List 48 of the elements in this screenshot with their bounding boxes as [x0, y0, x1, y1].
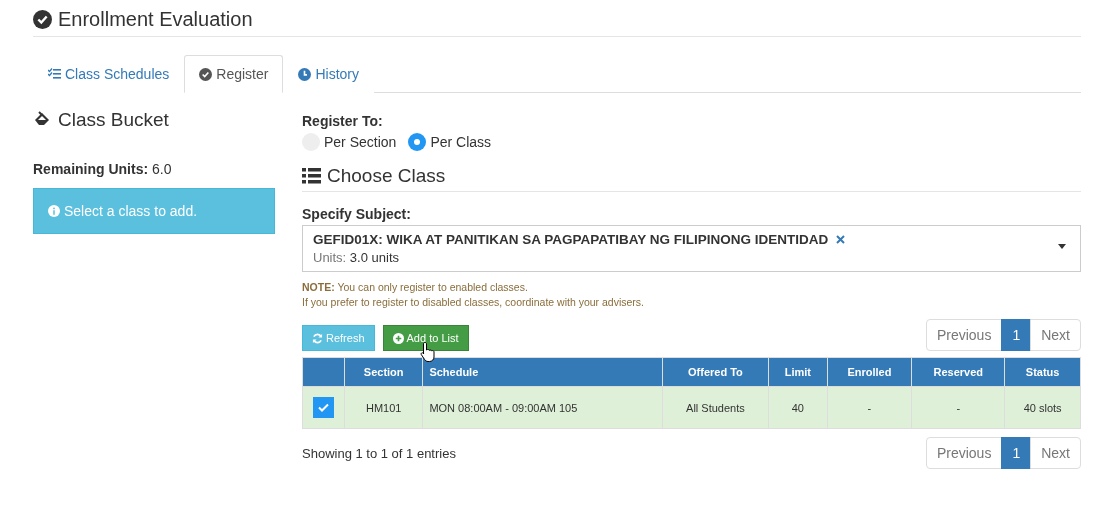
- column-header: Status: [1004, 357, 1081, 387]
- checklist-icon: [48, 68, 61, 80]
- section-heading: Class Bucket: [58, 109, 169, 131]
- checkmark-icon: [318, 403, 329, 413]
- row-checkbox[interactable]: [313, 397, 334, 419]
- radio-option[interactable]: Per Section: [302, 133, 397, 151]
- hand-cursor-icon: [420, 341, 436, 364]
- entries-info: Showing 1 to 1 of 1 entries: [302, 445, 456, 461]
- field-label: Register To:: [302, 113, 384, 129]
- next-button[interactable]: Next: [1030, 437, 1081, 470]
- table-cell: -: [827, 386, 912, 429]
- column-header: Enrolled: [827, 357, 912, 387]
- plus-circle-icon: [392, 332, 404, 344]
- column-header: Offered To: [662, 357, 769, 387]
- add-to-list-button[interactable]: Add to List: [382, 325, 469, 352]
- info-icon: [48, 205, 60, 217]
- column-header: Limit: [768, 357, 828, 387]
- table-cell: HM101: [344, 386, 423, 429]
- previous-button[interactable]: Previous: [925, 319, 1003, 352]
- refresh-icon: [312, 332, 323, 344]
- note-text: NOTE: You can only register to enabled classes.: [302, 280, 529, 295]
- table-cell: 40 slots: [1004, 386, 1081, 429]
- radio-option[interactable]: Per Class: [408, 133, 492, 151]
- check-circle-icon: [33, 10, 52, 29]
- page-button[interactable]: 1: [1001, 437, 1032, 470]
- table-cell: MON 08:00AM - 09:00AM 105: [422, 386, 663, 429]
- page-title: Enrollment Evaluation: [58, 8, 253, 31]
- remaining-units: Remaining Units: 6.0: [33, 161, 173, 177]
- table-cell: 40: [768, 386, 828, 429]
- column-header: Reserved: [911, 357, 1005, 387]
- column-header: Schedule: [422, 357, 663, 387]
- caret-icon: [1058, 244, 1066, 249]
- field-label: Specify Subject:: [302, 206, 412, 222]
- close-icon[interactable]: [836, 235, 846, 244]
- next-button[interactable]: Next: [1030, 319, 1081, 352]
- alert-text: Select a class to add.: [64, 203, 198, 219]
- tab[interactable]: Register: [184, 55, 284, 93]
- page-button[interactable]: 1: [1001, 319, 1032, 352]
- table-cell: -: [911, 386, 1005, 429]
- list-icon: [302, 168, 321, 184]
- note-text: If you prefer to register to disabled classes, coordinate with your advisers.: [302, 294, 645, 310]
- subject-select[interactable]: GEFID01X: WIKA AT PANITIKAN SA PAGPAPATIBAY NG FILIPINONG IDENTIDAD Units: 3.0 units: [302, 225, 1081, 272]
- column-header: Section: [344, 357, 423, 387]
- previous-button[interactable]: Previous: [925, 437, 1003, 470]
- section-heading: Choose Class: [327, 165, 446, 187]
- table-cell: All Students: [662, 386, 769, 429]
- check-circle-icon: [199, 67, 213, 81]
- clock-icon: [298, 67, 312, 81]
